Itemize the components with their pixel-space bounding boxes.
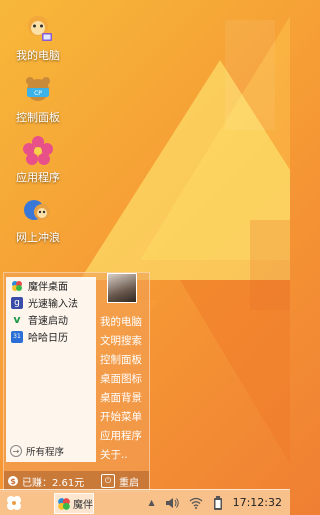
monkey-computer-icon — [21, 14, 55, 44]
desktop-icon-applications[interactable]: 应用程序 — [6, 136, 70, 185]
start-menu: 魔伴桌面 g 光速输入法 v 音速启动 31 哈哈日历 → 所有程序 我的电脑 … — [3, 272, 150, 492]
svg-text:CP: CP — [34, 90, 42, 97]
desktop-icon-label: 网上冲浪 — [16, 231, 60, 244]
shortcut-my-computer[interactable]: 我的电脑 — [100, 313, 148, 332]
app-item-launcher[interactable]: v 音速启动 — [6, 311, 96, 328]
shortcut-applications[interactable]: 应用程序 — [100, 427, 148, 446]
clover-start-icon — [7, 495, 21, 510]
launcher-v-icon: v — [13, 313, 21, 326]
taskbar-item-label: 魔伴 — [73, 500, 93, 511]
flower-apps-icon — [21, 136, 55, 166]
start-menu-shortcuts: 我的电脑 文明搜索 控制面板 桌面图标 桌面背景 开始菜单 应用程序 关于.. — [100, 313, 148, 465]
all-programs-button[interactable]: → 所有程序 — [10, 444, 64, 458]
desktop-icon-label: 我的电脑 — [16, 49, 60, 62]
tray-expand-icon[interactable]: ▲ — [148, 498, 154, 507]
restart-label: 重启 — [119, 477, 139, 489]
start-menu-footer: $ 已赚：2.61元 ⏻ 重启 — [4, 471, 149, 491]
app-item-label: 魔伴桌面 — [28, 282, 68, 293]
monkey-surf-icon — [21, 196, 55, 226]
avatar[interactable] — [107, 273, 137, 303]
bear-control-panel-icon: CP — [21, 76, 55, 106]
taskbar-item-mobun[interactable]: 魔伴 — [54, 493, 94, 514]
coin-icon: $ — [8, 476, 18, 486]
shortcut-about[interactable]: 关于.. — [100, 446, 148, 465]
app-item-calendar[interactable]: 31 哈哈日历 — [6, 328, 96, 345]
shortcut-desktop-background[interactable]: 桌面背景 — [100, 389, 148, 408]
app-item-mobun-desktop[interactable]: 魔伴桌面 — [6, 277, 96, 294]
shortcut-start-menu[interactable]: 开始菜单 — [100, 408, 148, 427]
desktop-icon-label: 控制面板 — [16, 111, 60, 124]
mobun-desktop-icon — [11, 280, 23, 292]
desktop-icon-control-panel[interactable]: CP 控制面板 — [6, 76, 70, 125]
wifi-icon[interactable] — [189, 497, 203, 509]
app-item-label: 哈哈日历 — [28, 333, 68, 344]
app-item-label: 音速启动 — [28, 316, 68, 327]
shortcut-desktop-icons[interactable]: 桌面图标 — [100, 370, 148, 389]
desktop-icon-my-computer[interactable]: 我的电脑 — [6, 14, 70, 63]
volume-icon[interactable] — [165, 497, 179, 509]
arrow-right-icon: → — [10, 445, 22, 457]
app-item-label: 光速输入法 — [28, 299, 78, 310]
desktop-icon-label: 应用程序 — [16, 171, 60, 184]
start-menu-app-list: 魔伴桌面 g 光速输入法 v 音速启动 31 哈哈日历 → 所有程序 — [6, 277, 96, 462]
earnings-label: 已赚：2.61元 — [22, 477, 85, 489]
app-item-input-method[interactable]: g 光速输入法 — [6, 294, 96, 311]
shortcut-control-panel[interactable]: 控制面板 — [100, 351, 148, 370]
calendar-icon: 31 — [11, 330, 23, 343]
shortcut-search[interactable]: 文明搜索 — [100, 332, 148, 351]
system-tray: ▲ 17:12:32 — [148, 490, 290, 515]
all-programs-label: 所有程序 — [26, 447, 65, 458]
taskbar: 魔伴 ▲ 17:12:32 — [0, 489, 290, 515]
clock[interactable]: 17:12:32 — [233, 496, 282, 509]
desktop-icon-web-surf[interactable]: 网上冲浪 — [6, 196, 70, 245]
mobun-desktop-icon — [58, 497, 70, 510]
battery-icon[interactable] — [213, 495, 223, 510]
restart-button[interactable]: ⏻ 重启 — [101, 474, 139, 489]
start-button[interactable] — [0, 490, 28, 515]
power-icon: ⏻ — [101, 474, 115, 488]
input-method-icon: g — [11, 296, 23, 309]
earnings-status: $ 已赚：2.61元 — [8, 474, 84, 489]
